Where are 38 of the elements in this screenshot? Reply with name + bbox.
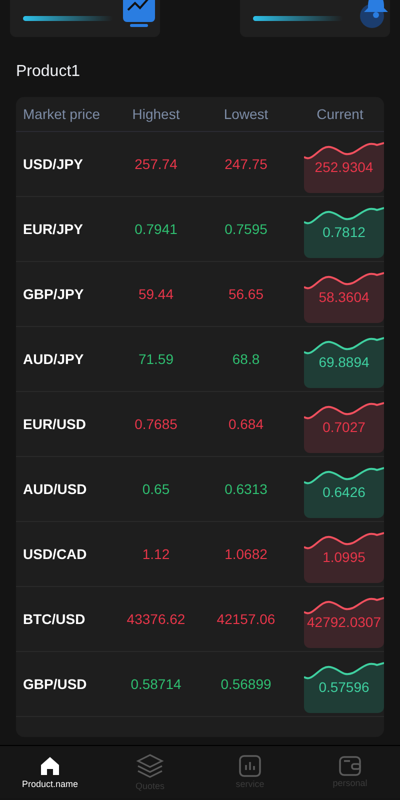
column-header: Current: [316, 106, 364, 122]
wallet-icon: [339, 756, 361, 776]
highest-price: 0.7941: [134, 221, 178, 237]
column-header: Highest: [131, 106, 181, 122]
pair-name: BTC/USD: [22, 611, 86, 627]
highest-price: 1.12: [141, 546, 171, 562]
pair-name: USD/CAD: [22, 546, 88, 562]
lowest-price: 56.65: [227, 286, 265, 302]
highest-price: 59.44: [137, 286, 175, 302]
lowest-price: 0.6313: [224, 481, 268, 497]
highest-price: 0.65: [141, 481, 171, 497]
pair-name: GBP/USD: [22, 676, 88, 692]
column-header: Market price: [22, 106, 102, 122]
pair-name: AUD/USD: [22, 481, 88, 497]
pair-name: EUR/USD: [22, 416, 88, 432]
lowest-price: 247.75: [224, 156, 268, 172]
pair-name: AUD/JPY: [22, 351, 85, 367]
lowest-price: 1.0682: [224, 546, 268, 562]
pair-name: EUR/JPY: [22, 221, 84, 237]
section-title: Product1: [16, 63, 80, 81]
home-icon: [39, 755, 61, 777]
lowest-price: 68.8: [231, 351, 261, 367]
highest-price: 43376.62: [126, 611, 186, 627]
lowest-price: 0.684: [227, 416, 265, 432]
layers-icon: [136, 753, 164, 779]
highest-price: 0.58714: [130, 676, 182, 692]
highest-price: 0.7685: [134, 416, 178, 432]
pair-name: GBP/JPY: [22, 286, 85, 302]
column-header: Lowest: [222, 106, 270, 122]
pair-name: USD/JPY: [22, 156, 84, 172]
highest-price: 71.59: [137, 351, 175, 367]
nav-tab[interactable]: Product.name: [0, 746, 100, 798]
lowest-price: 42157.06: [216, 611, 276, 627]
highest-price: 257.74: [134, 156, 178, 172]
lowest-price: 0.7595: [224, 221, 268, 237]
bar-chart-icon: [239, 755, 261, 777]
lowest-price: 0.56899: [220, 676, 272, 692]
bell-icon: [358, 0, 390, 30]
